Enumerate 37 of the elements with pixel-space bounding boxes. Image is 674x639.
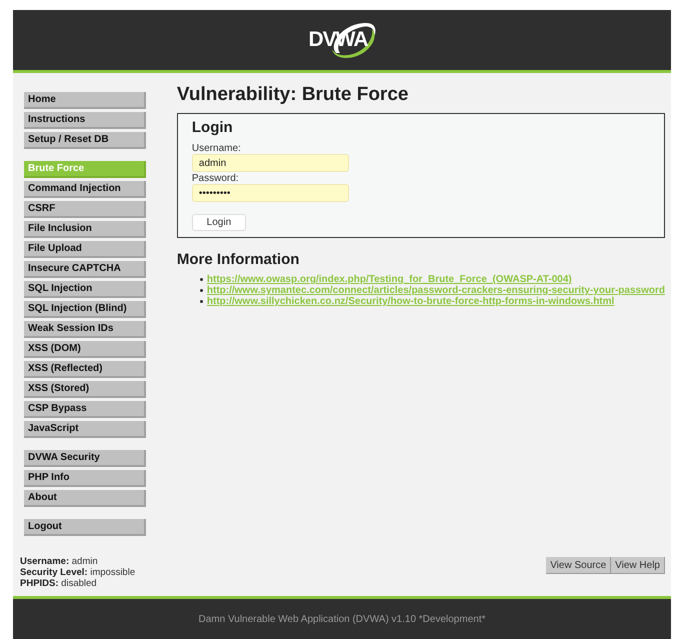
bullet-icon — [200, 289, 203, 292]
bullet-icon — [200, 300, 203, 303]
form-title: Login — [192, 119, 234, 136]
menu-item[interactable]: Instructions — [24, 112, 146, 129]
menu-item[interactable]: Logout — [24, 519, 146, 536]
view-button[interactable]: View Help — [611, 557, 665, 574]
menu-item[interactable]: Setup / Reset DB — [24, 132, 146, 149]
input-field[interactable]: ••••••••• — [192, 184, 349, 202]
menu-item[interactable]: SQL Injection (Blind) — [24, 301, 146, 318]
menu-item[interactable]: About — [24, 490, 146, 507]
menu-item[interactable]: Weak Session IDs — [24, 321, 146, 338]
footer-text: Damn Vulnerable Web Application (DVWA) v1.10 *Development* — [198, 614, 486, 624]
menu-item[interactable]: Home — [24, 92, 146, 109]
login-button[interactable]: Login — [192, 214, 246, 231]
menu-item[interactable]: Command Injection — [24, 181, 146, 198]
field-label: Password: — [192, 173, 240, 184]
menu-item[interactable]: File Upload — [24, 241, 146, 258]
menu-item[interactable]: XSS (DOM) — [24, 341, 146, 358]
menu-item[interactable]: XSS (Reflected) — [24, 361, 146, 378]
page-title: Vulnerability: Brute Force — [176, 84, 410, 106]
menu-item[interactable]: JavaScript — [24, 421, 146, 438]
menu-item[interactable]: File Inclusion — [24, 221, 146, 238]
input-field[interactable]: admin — [192, 154, 349, 172]
menu-item[interactable]: Insecure CAPTCHA — [24, 261, 146, 278]
menu-item[interactable]: PHP Info — [24, 470, 146, 487]
menu-item[interactable]: SQL Injection — [24, 281, 146, 298]
session-info: Security Level: impossible — [20, 567, 136, 578]
field-label: Username: — [192, 143, 242, 154]
view-button[interactable]: View Source — [546, 557, 612, 574]
menu-item[interactable]: CSRF — [24, 201, 146, 218]
menu-item[interactable]: DVWA Security — [24, 450, 146, 467]
menu-item[interactable]: XSS (Stored) — [24, 381, 146, 398]
session-info: Username: admin — [20, 556, 99, 567]
bullet-icon — [200, 278, 203, 281]
menu-item[interactable]: CSP Bypass — [24, 401, 146, 418]
session-info: PHPIDS: disabled — [20, 578, 98, 589]
section-heading: More Information — [176, 251, 300, 268]
